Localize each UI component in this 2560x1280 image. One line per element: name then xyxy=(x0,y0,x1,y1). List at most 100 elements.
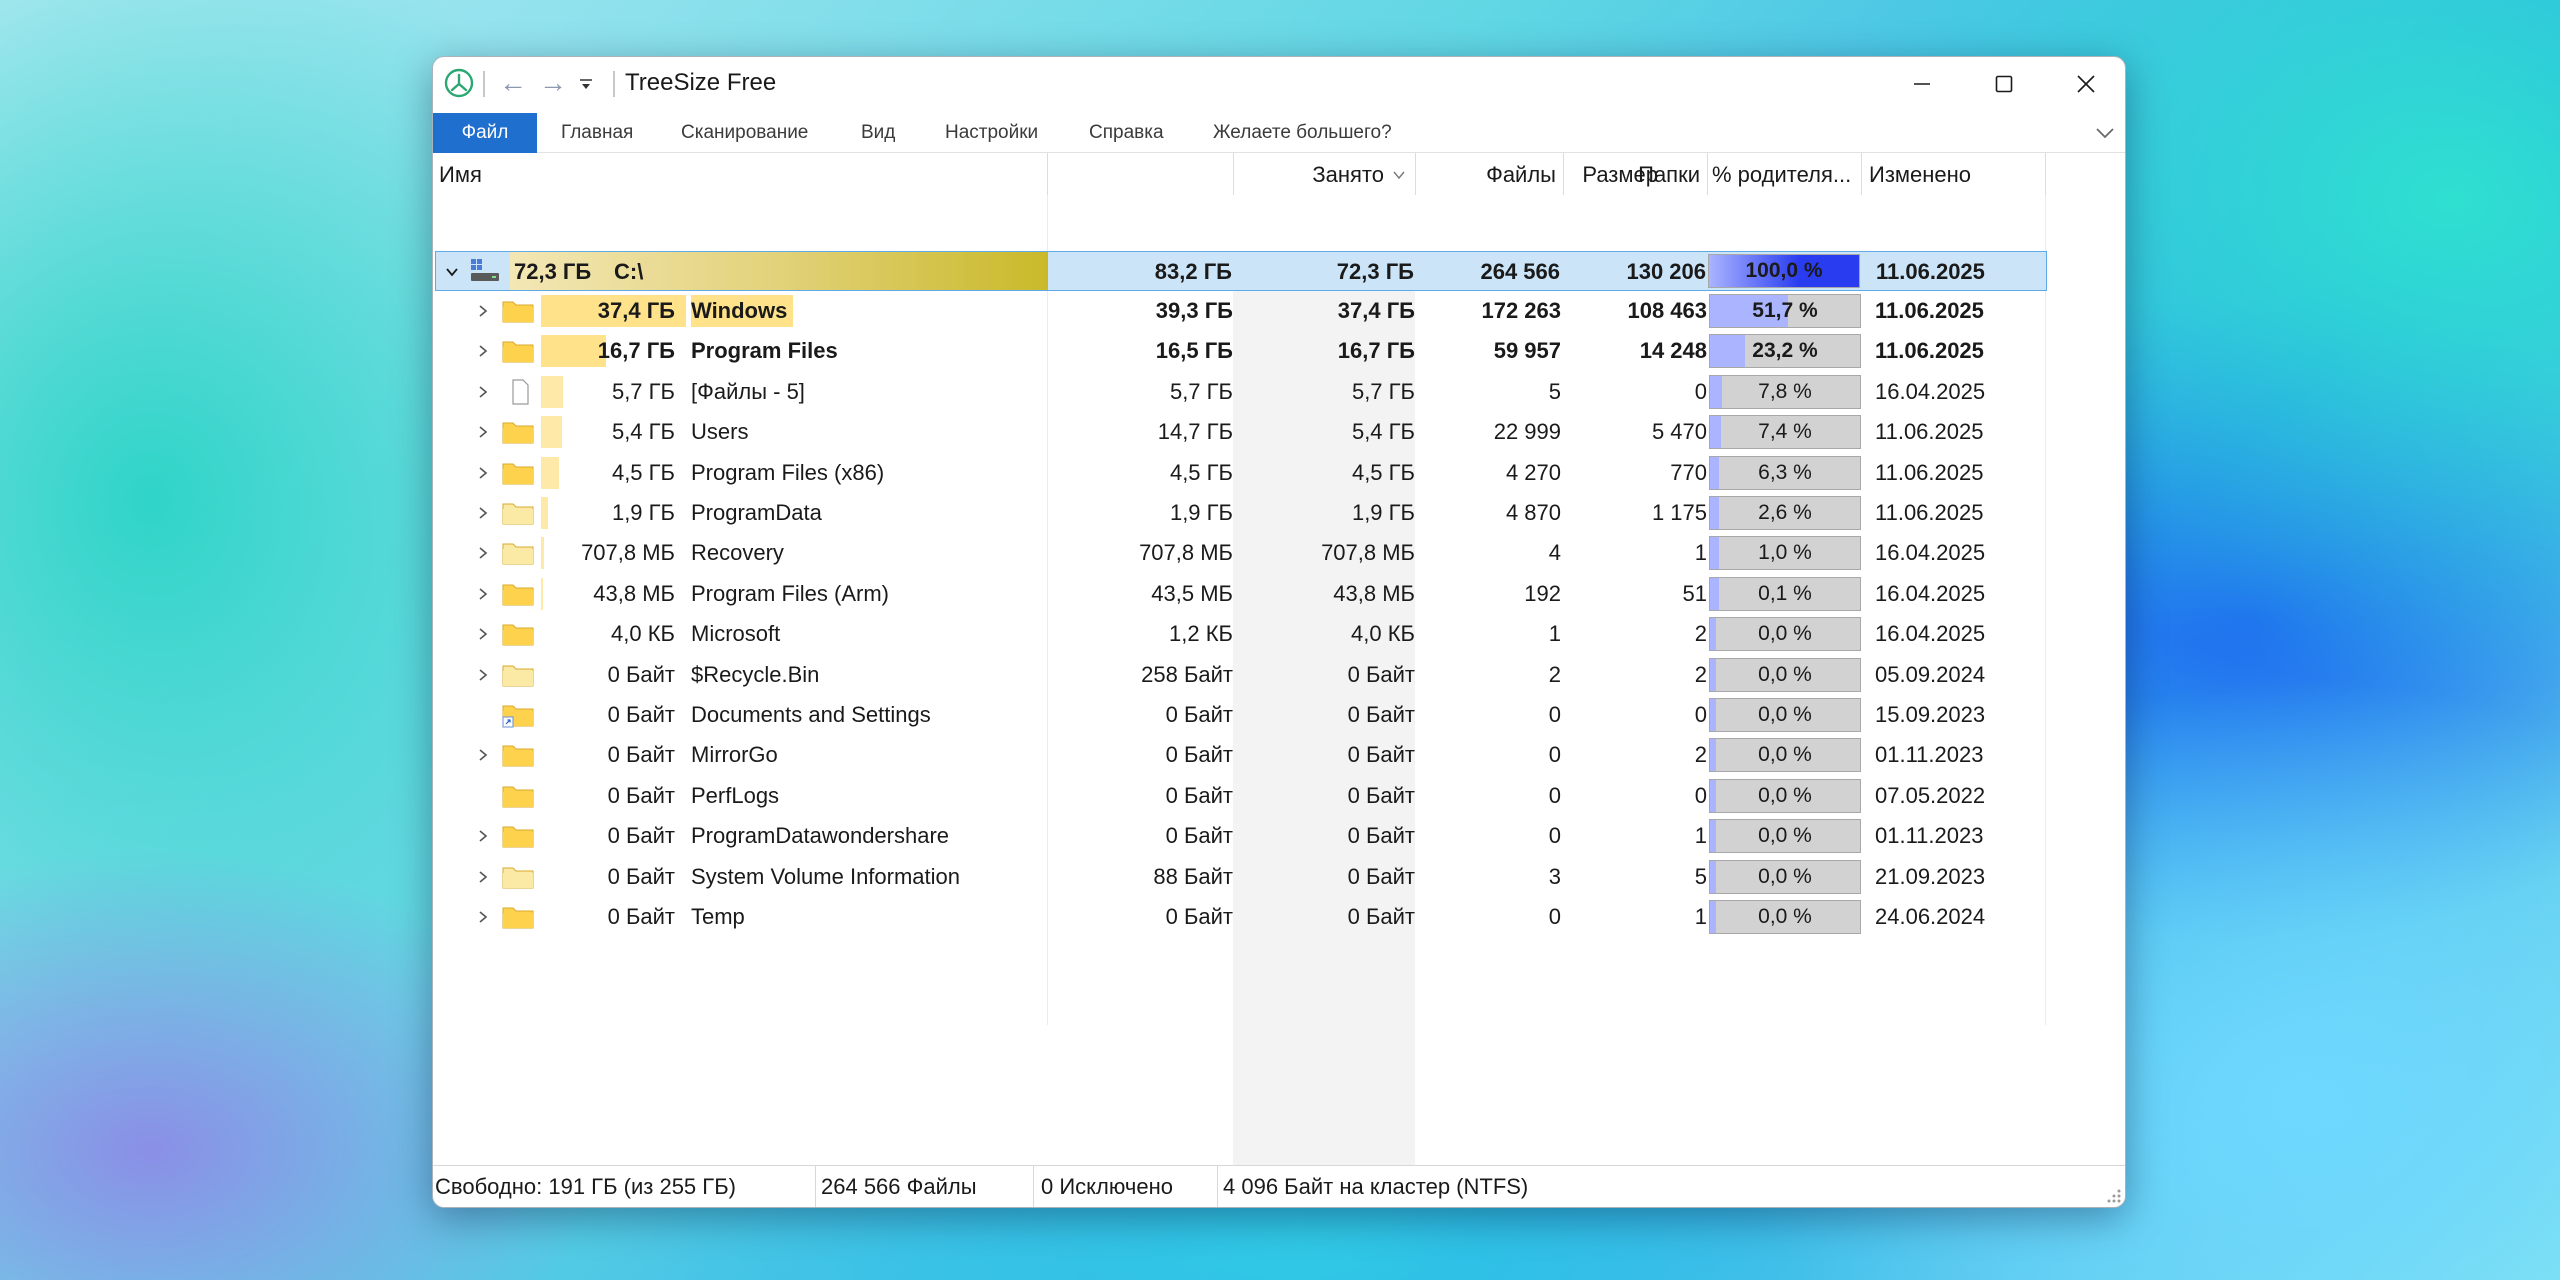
row-folders: 2 xyxy=(1694,661,1707,687)
tree-row[interactable]: 0 Байт Documents and Settings 0 Байт 0 Байт… xyxy=(435,695,2047,735)
sort-descending-icon xyxy=(1393,171,1405,180)
tree-row[interactable]: 5,4 ГБ Users 14,7 ГБ 5,4 ГБ 22 999 5 470 7,4 %… xyxy=(435,412,2047,452)
row-folders: 0 xyxy=(1694,782,1707,808)
tree-row[interactable]: 37,4 ГБ Windows 39,3 ГБ 37,4 ГБ 172 263 108 4… xyxy=(435,291,2047,331)
row-alloc: 0 Байт xyxy=(1347,904,1415,929)
tree-row[interactable]: 0 Байт ProgramDatawondershare 0 Байт 0 Байт… xyxy=(435,816,2047,856)
row-name: Recovery xyxy=(691,540,784,566)
row-size-label: 16,7 ГБ xyxy=(597,338,675,364)
resize-grip-icon[interactable] xyxy=(2106,1188,2122,1204)
column-header-alloc-label: Занято xyxy=(1312,162,1384,187)
tree-row[interactable]: 0 Байт Temp 0 Байт 0 Байт 0 1 0,0 % 24.06.2024 xyxy=(435,897,2047,937)
quick-access-dropdown-icon[interactable] xyxy=(579,77,593,91)
app-logo-icon[interactable] xyxy=(443,67,475,99)
tree-row[interactable]: 16,7 ГБ Program Files 16,5 ГБ 16,7 ГБ 59 957… xyxy=(435,331,2047,371)
tab-scan[interactable]: Сканирование xyxy=(681,113,808,153)
expand-chevron-icon[interactable] xyxy=(471,493,495,533)
forward-arrow-icon[interactable]: → xyxy=(539,67,567,99)
row-name: Windows xyxy=(691,295,794,327)
row-files: 3 xyxy=(1548,863,1561,889)
row-files: 4 xyxy=(1548,540,1561,566)
row-folders: 1 175 xyxy=(1651,500,1707,525)
folder-icon xyxy=(502,745,534,767)
row-size-label: 4,5 ГБ xyxy=(611,459,675,485)
row-modified: 01.11.2023 xyxy=(1875,742,1984,768)
collapse-chevron-icon[interactable] xyxy=(440,252,464,292)
row-alloc: 4,0 КБ xyxy=(1351,621,1415,647)
row-pct-bar: 0,0 % xyxy=(1709,698,1861,732)
row-files: 4 270 xyxy=(1505,459,1561,485)
expand-chevron-icon[interactable] xyxy=(471,574,495,614)
root-pct-text: 100,0 % xyxy=(1745,259,1823,282)
tree-row[interactable]: 43,8 МБ Program Files (Arm) 43,5 МБ 43,8 МБ… xyxy=(435,574,2047,614)
close-button[interactable] xyxy=(2045,57,2125,111)
tree-row[interactable]: 4,5 ГБ Program Files (x86) 4,5 ГБ 4,5 ГБ 4 2… xyxy=(435,453,2047,493)
tree-row[interactable]: 0 Байт System Volume Information 88 Байт 0 … xyxy=(435,857,2047,897)
column-header-files[interactable]: Файлы xyxy=(1416,153,1562,195)
expand-chevron-icon[interactable] xyxy=(471,291,495,331)
expand-chevron-icon[interactable] xyxy=(471,857,495,897)
column-header-pct[interactable]: % родителя... xyxy=(1708,153,1860,195)
folder-icon xyxy=(502,422,534,444)
tree-row[interactable]: 0 Байт MirrorGo 0 Байт 0 Байт 0 2 0,0 % 01.11.2… xyxy=(435,735,2047,775)
tree-row-root[interactable]: 72,3 ГБ C:\ 83,2 ГБ 72,3 ГБ 264 566 130 … xyxy=(435,251,2047,291)
column-header-name[interactable]: Имя xyxy=(433,153,1047,195)
minimize-button[interactable] xyxy=(1881,57,1963,111)
column-header-alloc[interactable]: Занято xyxy=(1234,153,1414,195)
tree-row[interactable]: 4,0 КБ Microsoft 1,2 КБ 4,0 КБ 1 2 0,0 % 16.04.… xyxy=(435,614,2047,654)
row-pct-text: 0,0 % xyxy=(1758,622,1812,646)
tab-file[interactable]: Файл xyxy=(433,113,537,153)
expand-chevron-icon[interactable] xyxy=(471,453,495,493)
row-size: 0 Байт xyxy=(1165,742,1233,768)
expand-chevron-icon[interactable] xyxy=(471,614,495,654)
maximize-button[interactable] xyxy=(1963,57,2045,111)
row-pct-bar: 51,7 % xyxy=(1709,294,1861,328)
expand-chevron-icon[interactable] xyxy=(471,533,495,573)
tab-view[interactable]: Вид xyxy=(861,113,895,153)
row-modified: 21.09.2023 xyxy=(1875,863,1986,889)
expand-chevron-icon[interactable] xyxy=(471,816,495,856)
row-modified: 24.06.2024 xyxy=(1875,904,1986,929)
row-modified: 11.06.2025 xyxy=(1875,500,1984,525)
size-bar xyxy=(541,416,562,449)
expand-chevron-icon[interactable] xyxy=(471,331,495,371)
row-size-label: 0 Байт xyxy=(607,863,675,889)
tree-row[interactable]: 5,7 ГБ [Файлы - 5] 5,7 ГБ 5,7 ГБ 5 0 7,8 % 16.0… xyxy=(435,372,2047,412)
expand-chevron-icon[interactable] xyxy=(471,655,495,695)
row-files: 0 xyxy=(1548,782,1561,808)
tab-want-more[interactable]: Желаете большего? xyxy=(1213,113,1392,153)
row-folders: 2 xyxy=(1694,742,1707,768)
drive-icon xyxy=(471,259,499,281)
row-size: 1,9 ГБ xyxy=(1169,500,1233,525)
column-header-files-label: Файлы xyxy=(1486,162,1556,187)
row-size: 0 Байт xyxy=(1165,904,1233,929)
column-header-modified[interactable]: Изменено xyxy=(1863,153,2043,195)
row-pct-bar: 23,2 % xyxy=(1709,334,1861,369)
tab-settings[interactable]: Настройки xyxy=(945,113,1038,153)
row-files: 59 957 xyxy=(1493,338,1561,364)
tab-help[interactable]: Справка xyxy=(1089,113,1164,153)
expand-chevron-icon[interactable] xyxy=(471,897,495,937)
row-size-label: 0 Байт xyxy=(607,904,675,929)
row-folders: 108 463 xyxy=(1627,298,1707,323)
ribbon-expand-chevron-icon[interactable] xyxy=(2091,119,2119,147)
tree-row[interactable]: 707,8 МБ Recovery 707,8 МБ 707,8 МБ 4 1 1,0 % 1… xyxy=(435,533,2047,573)
tree-row[interactable]: 1,9 ГБ ProgramData 1,9 ГБ 1,9 ГБ 4 870 1 175 2… xyxy=(435,493,2047,533)
row-size: 0 Байт xyxy=(1165,823,1233,849)
tree-row[interactable]: 0 Байт $Recycle.Bin 258 Байт 0 Байт 2 2 0,0 % 0… xyxy=(435,655,2047,695)
tree-row[interactable]: 0 Байт PerfLogs 0 Байт 0 Байт 0 0 0,0 % 07.05.2… xyxy=(435,776,2047,816)
expand-chevron-icon[interactable] xyxy=(471,372,495,412)
row-name: ProgramDatawondershare xyxy=(691,823,950,849)
row-modified: 16.04.2025 xyxy=(1875,378,1986,404)
root-size: 83,2 ГБ xyxy=(1154,259,1232,284)
tab-home[interactable]: Главная xyxy=(561,113,633,153)
column-header-folders[interactable]: Папки xyxy=(1564,153,1706,195)
row-files: 0 xyxy=(1548,823,1561,849)
column-header-row: Имя Размер Занято Файлы Папки % родителя… xyxy=(433,153,2125,195)
expand-chevron-icon[interactable] xyxy=(471,735,495,775)
row-files: 2 xyxy=(1548,661,1561,687)
expand-chevron-icon[interactable] xyxy=(471,412,495,452)
column-header-folders-label: Папки xyxy=(1638,162,1700,187)
folder-hidden-icon xyxy=(502,543,534,565)
back-arrow-icon[interactable]: ← xyxy=(499,67,527,99)
